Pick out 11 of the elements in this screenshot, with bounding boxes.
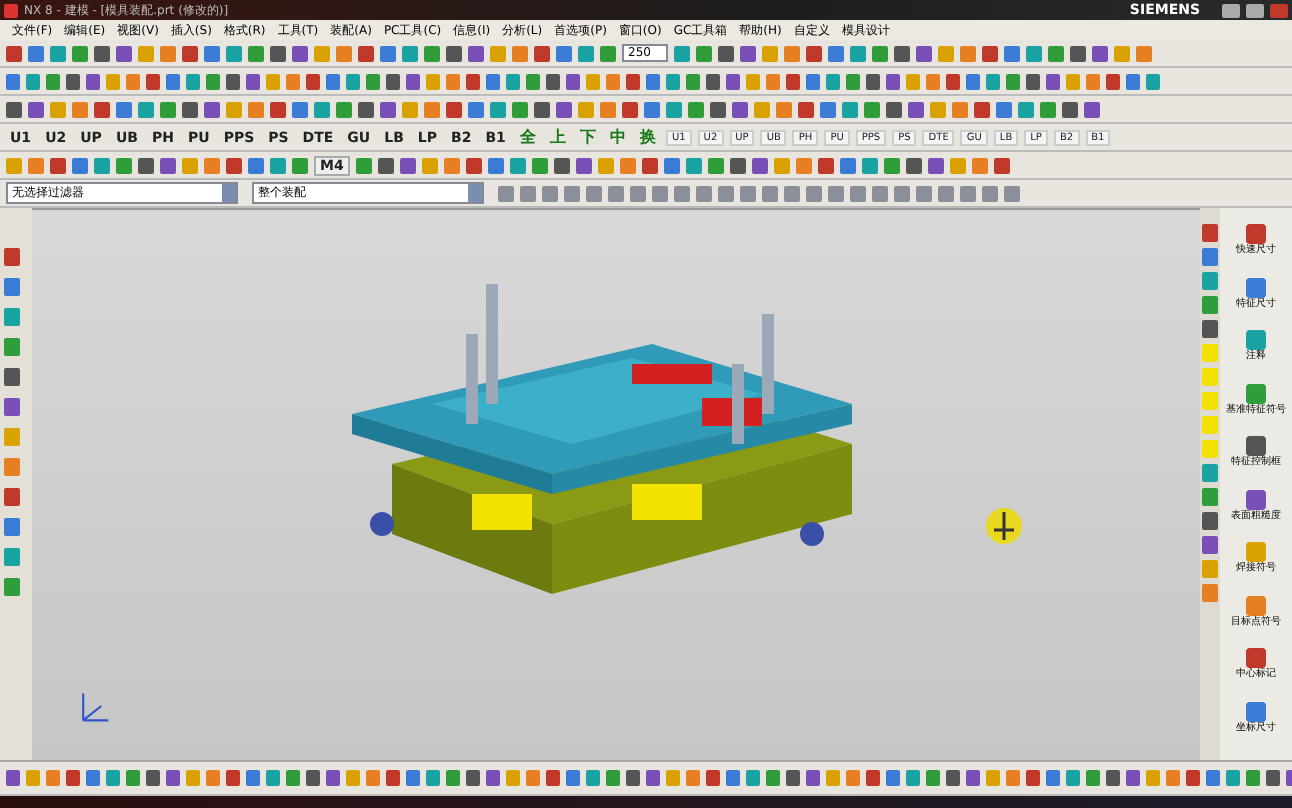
toolbar-button[interactable]: 上 bbox=[545, 126, 570, 148]
toolbar-button[interactable]: 中 bbox=[605, 126, 630, 148]
coordinate-axes-icon bbox=[76, 688, 112, 724]
close-icon[interactable] bbox=[1270, 3, 1288, 17]
toolbar-button[interactable]: 换 bbox=[635, 126, 660, 148]
minimize-icon[interactable] bbox=[1222, 3, 1240, 17]
app-icon bbox=[4, 3, 18, 17]
origin-marker-icon bbox=[984, 506, 1024, 546]
toolbar-button[interactable]: 全 bbox=[515, 126, 540, 148]
toolbar-button[interactable]: 下 bbox=[575, 126, 600, 148]
maximize-icon[interactable] bbox=[1246, 3, 1264, 17]
